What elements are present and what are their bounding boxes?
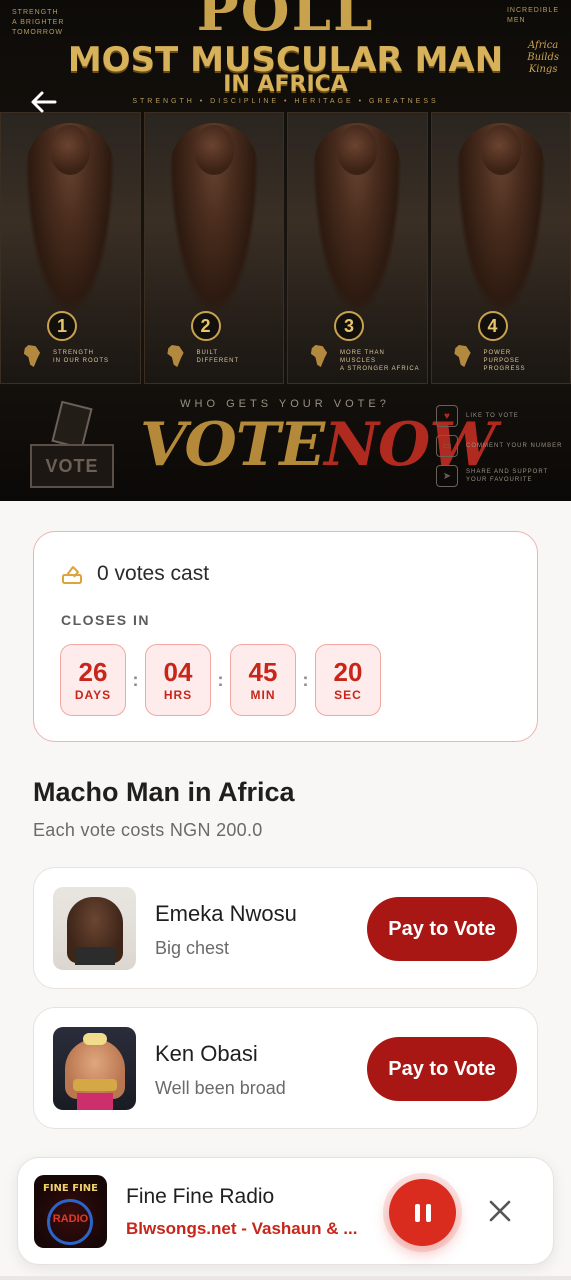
- poll-title: Macho Man in Africa: [33, 777, 295, 807]
- timer-days: 26 DAYS: [60, 644, 126, 716]
- timer-separator: :: [217, 669, 224, 690]
- arrow-left-icon: [31, 91, 57, 113]
- panel-number: 2: [190, 311, 221, 341]
- station-artwork: FINE FINE RADIO: [34, 1175, 107, 1248]
- africa-map-icon: [167, 345, 184, 367]
- panel-caption: MORE THAN MUSCLES A STRONGER AFRICA: [340, 350, 420, 372]
- panel-caption: POWER PURPOSE PROGRESS: [483, 350, 526, 372]
- timer-unit: MIN: [250, 688, 276, 702]
- candidate-name: Emeka Nwosu: [155, 901, 297, 926]
- vote-word: VOTE: [140, 410, 325, 480]
- countdown-timer: 26 DAYS : 04 HRS : 45 MIN : 20 SEC: [60, 644, 381, 716]
- share-icon: ➤: [436, 465, 458, 487]
- contestant-head: [480, 125, 521, 175]
- ballot-icon: [62, 566, 82, 584]
- poll-banner: STRENGTH A BRIGHTER TOMORROW INCREDIBLE …: [0, 0, 571, 501]
- back-button[interactable]: [28, 86, 60, 118]
- contestant-head: [193, 125, 234, 175]
- candidate-shorts: [77, 1093, 113, 1110]
- banner-title-line2: IN AFRICA: [223, 72, 348, 97]
- championship-belt: [73, 1079, 117, 1091]
- timer-separator: :: [132, 669, 139, 690]
- who-gets-vote-text: WHO GETS YOUR VOTE?: [180, 398, 390, 410]
- timer-hours: 04 HRS: [145, 644, 211, 716]
- candidate-description: Big chest: [155, 938, 230, 958]
- banner-script-text: Africa Builds Kings: [527, 40, 559, 75]
- pay-to-vote-button[interactable]: Pay to Vote: [367, 1037, 517, 1101]
- contestant-panel-1: 1 STRENGTH IN OUR ROOTS: [0, 112, 141, 384]
- africa-map-icon: [23, 345, 41, 367]
- candidate-name: Ken Obasi: [155, 1041, 258, 1066]
- station-name: Fine Fine Radio: [126, 1185, 275, 1208]
- votes-cast-text: 0 votes cast: [97, 562, 210, 585]
- now-playing-track: Blwsongs.net - Vashaun & ...: [126, 1219, 358, 1238]
- timer-value: 26: [78, 657, 108, 687]
- like-to-vote-row: ♥ LIKE TO VOTE: [436, 402, 566, 430]
- timer-unit: HRS: [163, 688, 193, 702]
- artwork-title: FINE FINE: [43, 1183, 98, 1194]
- timer-value: 20: [333, 657, 363, 687]
- timer-value: 04: [163, 657, 193, 687]
- panel-number: 4: [477, 311, 508, 341]
- side-action-text: LIKE TO VOTE: [466, 413, 519, 419]
- contestant-panels: 1 STRENGTH IN OUR ROOTS 2 BUILT DIFFEREN…: [0, 112, 571, 384]
- votes-cast-row: 0 votes cast: [61, 562, 209, 586]
- comment-number-row: ▭ COMMENT YOUR NUMBER: [436, 432, 566, 460]
- heart-icon: ♥: [436, 405, 458, 427]
- panel-caption: BUILT DIFFERENT: [196, 350, 240, 364]
- contestant-head: [337, 125, 378, 175]
- candidate-hair: [83, 1033, 107, 1045]
- contestant-panel-2: 2 BUILT DIFFERENT: [143, 112, 284, 384]
- pause-icon-bar: [425, 1203, 431, 1222]
- candidate-shorts: [75, 947, 115, 965]
- countdown-card: 0 votes cast CLOSES IN 26 DAYS : 04 HRS …: [33, 531, 538, 742]
- timer-seconds: 20 SEC: [315, 644, 381, 716]
- ballot-box-graphic: VOTE: [28, 392, 118, 492]
- timer-minutes: 45 MIN: [230, 644, 296, 716]
- banner-side-actions: ♥ LIKE TO VOTE ▭ COMMENT YOUR NUMBER ➤ S…: [436, 402, 566, 492]
- panel-number: 1: [47, 311, 77, 341]
- ballot-paper-icon: [51, 400, 93, 450]
- timer-separator: :: [302, 669, 309, 690]
- ballot-box-label: VOTE: [30, 444, 114, 488]
- banner-poll-word: POLL: [196, 0, 375, 44]
- pause-icon: [414, 1203, 420, 1222]
- close-player-button[interactable]: [484, 1195, 516, 1227]
- side-action-text: SHARE AND SUPPORT YOUR FAVOURITE: [466, 469, 549, 483]
- share-support-row: ➤ SHARE AND SUPPORT YOUR FAVOURITE: [436, 462, 566, 490]
- contestant-panel-4: 4 POWER PURPOSE PROGRESS: [430, 112, 571, 384]
- bottom-edge: [0, 1276, 571, 1280]
- mini-player[interactable]: FINE FINE RADIO Fine Fine Radio Blwsongs…: [17, 1157, 554, 1265]
- candidate-photo: [53, 887, 136, 970]
- contestant-head: [50, 125, 91, 175]
- closes-in-label: CLOSES IN: [61, 612, 150, 628]
- candidate-description: Well been broad: [155, 1078, 286, 1098]
- contestant-panel-3: 3 MORE THAN MUSCLES A STRONGER AFRICA: [287, 112, 428, 384]
- africa-map-icon: [310, 345, 328, 367]
- side-action-text: COMMENT YOUR NUMBER: [466, 443, 563, 449]
- africa-map-icon: [454, 345, 471, 367]
- candidate-card: Emeka Nwosu Big chest Pay to Vote: [33, 867, 538, 989]
- banner-tagline: STRENGTH • DISCIPLINE • HERITAGE • GREAT…: [132, 98, 439, 105]
- timer-value: 45: [248, 657, 278, 687]
- comment-icon: ▭: [436, 435, 458, 457]
- pay-to-vote-button[interactable]: Pay to Vote: [367, 897, 517, 961]
- close-icon: [489, 1200, 511, 1222]
- poll-subtitle: Each vote costs NGN 200.0: [33, 820, 263, 840]
- timer-unit: SEC: [334, 688, 362, 702]
- candidate-card: Ken Obasi Well been broad Pay to Vote: [33, 1007, 538, 1129]
- timer-unit: DAYS: [74, 688, 112, 702]
- vote-now-headline: VOTENOW: [140, 410, 497, 480]
- pause-button[interactable]: [389, 1179, 456, 1246]
- panel-caption: STRENGTH IN OUR ROOTS: [53, 350, 110, 364]
- artwork-subtitle: RADIO: [52, 1213, 89, 1225]
- candidate-photo: [53, 1027, 136, 1110]
- panel-number: 3: [334, 311, 364, 341]
